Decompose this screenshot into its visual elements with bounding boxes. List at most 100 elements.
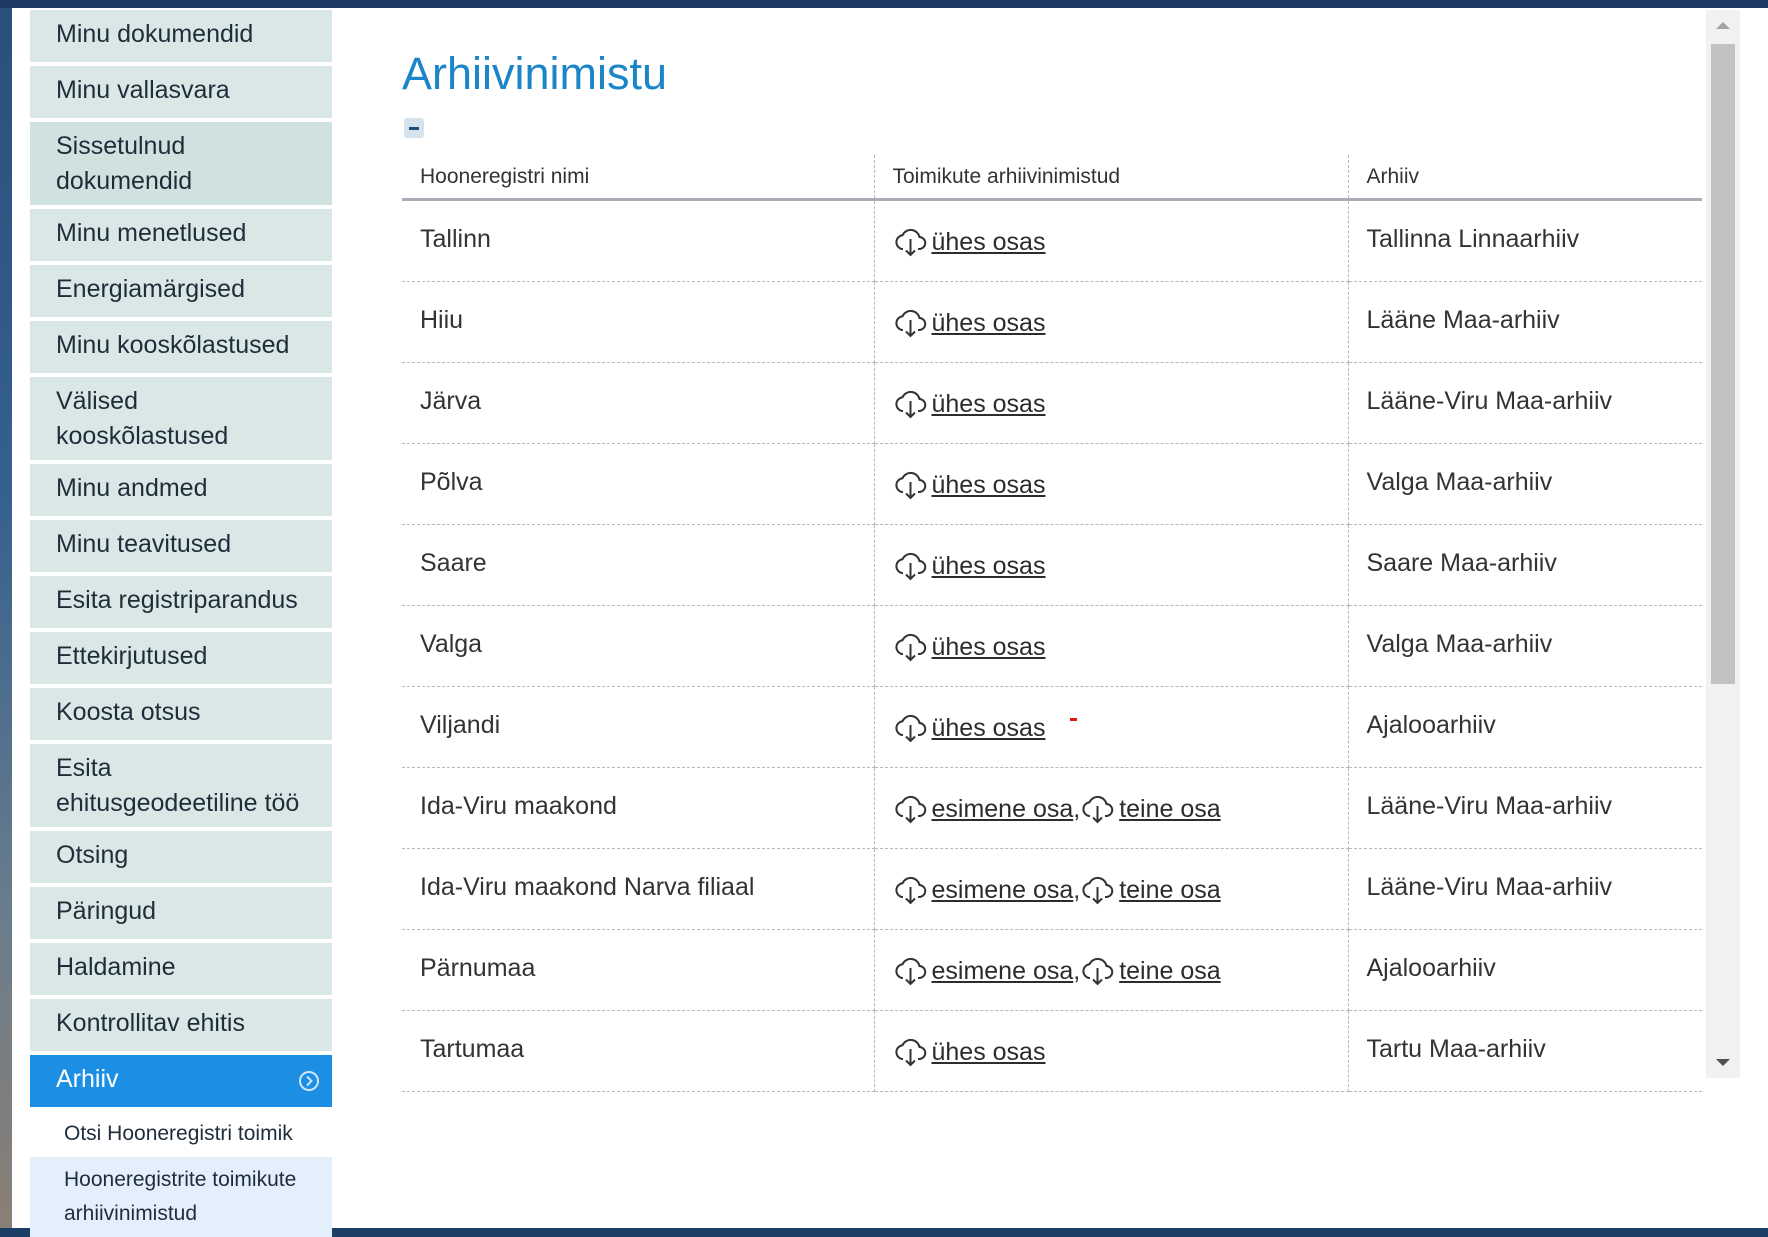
cell-archive-lists: esimene osa, teine osa — [874, 848, 1349, 930]
collapse-toggle-minus-icon[interactable] — [404, 118, 424, 138]
cloud-download-icon[interactable] — [893, 1036, 928, 1068]
cell-archive-lists: ühes osas — [874, 605, 1349, 687]
sidebar-item-minu-vallasvara[interactable]: Minu vallasvara — [30, 66, 332, 118]
cloud-download-icon[interactable] — [893, 388, 928, 420]
sidebar-item-label: Haldamine — [56, 953, 176, 981]
download-link[interactable]: ühes osas — [932, 714, 1046, 742]
cell-registry-name: Ida-Viru maakond — [402, 767, 875, 849]
link-separator: , — [1073, 795, 1081, 823]
cloud-download-icon[interactable] — [893, 307, 928, 339]
sidebar-item-label: Minu vallasvara — [56, 76, 230, 104]
cell-registry-name: Viljandi — [402, 686, 875, 768]
sidebar-item-label: Minu menetlused — [56, 219, 247, 247]
archive-name: Ajalooarhiiv — [1366, 711, 1496, 739]
table-header-row: Hooneregistri nimi Toimikute arhiivinimi… — [402, 155, 1702, 201]
sidebar-item-esita-registriparandus[interactable]: Esita registriparandus — [30, 576, 332, 628]
cell-archive: Lääne-Viru Maa-arhiiv — [1348, 848, 1702, 930]
sidebar-item-päringud[interactable]: Päringud — [30, 887, 332, 939]
sidebar-item-minu-menetlused[interactable]: Minu menetlused — [30, 209, 332, 261]
vertical-scrollbar[interactable] — [1706, 10, 1740, 1078]
chevron-right-circle-icon — [299, 1071, 319, 1091]
download-link[interactable]: ühes osas — [932, 633, 1046, 661]
cloud-download-icon[interactable] — [893, 793, 928, 825]
subnav-search-registry-file[interactable]: Otsi Hooneregistri toimik — [30, 1111, 332, 1157]
archive-name: Saare Maa-arhiiv — [1366, 549, 1557, 577]
download-link[interactable]: teine osa — [1119, 795, 1220, 823]
download-link[interactable]: esimene osa — [932, 795, 1074, 823]
archive-name: Lääne Maa-arhiiv — [1366, 306, 1560, 334]
download-link[interactable]: ühes osas — [932, 309, 1046, 337]
download-link[interactable]: esimene osa — [932, 876, 1074, 904]
download-link[interactable]: ühes osas — [932, 1038, 1046, 1066]
cloud-download-icon[interactable] — [893, 550, 928, 582]
sidebar-item-label: Arhiiv — [56, 1065, 119, 1093]
cloud-download-icon[interactable] — [893, 874, 928, 906]
cloud-download-icon[interactable] — [893, 631, 928, 663]
registry-name: Ida-Viru maakond — [420, 792, 617, 820]
sidebar-item-label: Esita registriparandus — [56, 586, 298, 614]
scroll-up-arrow-icon[interactable] — [1706, 10, 1740, 40]
registry-name: Saare — [420, 549, 487, 577]
archive-name: Ajalooarhiiv — [1366, 954, 1496, 982]
download-link[interactable]: ühes osas — [932, 390, 1046, 418]
sidebar-item-minu-kooskõlastused[interactable]: Minu kooskõlastused — [30, 321, 332, 373]
sidebar-item-energiamärgised[interactable]: Energiamärgised — [30, 265, 332, 317]
cell-registry-name: Hiiu — [402, 281, 875, 363]
archive-table-viewport: Hooneregistri nimi Toimikute arhiivinimi… — [402, 155, 1704, 1117]
sidebar-item-minu-andmed[interactable]: Minu andmed — [30, 464, 332, 516]
registry-name: Järva — [420, 387, 482, 415]
column-header-archive-lists: Toimikute arhiivinimistud — [874, 155, 1349, 201]
cloud-download-icon[interactable] — [893, 955, 928, 987]
sidebar-item-minu-dokumendid[interactable]: Minu dokumendid — [30, 10, 332, 62]
sidebar-item-minu-teavitused[interactable]: Minu teavitused — [30, 520, 332, 572]
sidebar-item-ettekirjutused[interactable]: Ettekirjutused — [30, 632, 332, 684]
cell-archive: Saare Maa-arhiiv — [1348, 524, 1702, 606]
download-link[interactable]: teine osa — [1119, 876, 1220, 904]
cell-archive: Lääne-Viru Maa-arhiiv — [1348, 767, 1702, 849]
table-row: Hiiu ühes osas Lääne Maa-arhiiv — [402, 281, 1702, 363]
cell-archive: Ajalooarhiiv — [1348, 686, 1702, 768]
archive-name: Valga Maa-arhiiv — [1366, 630, 1553, 658]
download-link[interactable]: ühes osas — [932, 471, 1046, 499]
archive-name: Lääne-Viru Maa-arhiiv — [1366, 792, 1613, 820]
cloud-download-icon[interactable] — [893, 226, 928, 258]
download-link[interactable]: esimene osa — [932, 957, 1074, 985]
cell-archive-lists: ühes osas — [874, 443, 1349, 525]
table-row: Viljandi ühes osas Ajalooarhiiv — [402, 686, 1702, 768]
sidebar-item-label: Energiamärgised — [56, 275, 245, 303]
table-row: Tartumaa ühes osas Tartu Maa-arhiiv — [402, 1010, 1702, 1092]
scrollbar-thumb[interactable] — [1711, 44, 1735, 684]
table-row: Saare ühes osas Saare Maa-arhiiv — [402, 524, 1702, 606]
scroll-down-arrow-icon[interactable] — [1706, 1048, 1740, 1078]
cell-archive: Lääne-Viru Maa-arhiiv — [1348, 362, 1702, 444]
download-link[interactable]: teine osa — [1119, 957, 1220, 985]
cloud-download-icon[interactable] — [1080, 874, 1115, 906]
sidebar-item-otsing[interactable]: Otsing — [30, 831, 332, 883]
cell-archive-lists: ühes osas — [874, 524, 1349, 606]
cell-archive-lists: esimene osa, teine osa — [874, 767, 1349, 849]
download-link[interactable]: ühes osas — [932, 552, 1046, 580]
cell-archive: Ajalooarhiiv — [1348, 929, 1702, 1011]
cell-registry-name: Valga — [402, 605, 875, 687]
sidebar-item-kontrollitav-ehitis[interactable]: Kontrollitav ehitis — [30, 999, 332, 1051]
cell-registry-name: Tallinn — [402, 199, 875, 282]
cloud-download-icon[interactable] — [1080, 955, 1115, 987]
archive-name: Lääne-Viru Maa-arhiiv — [1366, 387, 1613, 415]
cell-archive: Lääne Maa-arhiiv — [1348, 281, 1702, 363]
registry-name: Hiiu — [420, 306, 464, 334]
sidebar-item-label: Välised kooskõlastused — [56, 387, 229, 450]
sidebar-item-välised-kooskõlastused[interactable]: Välised kooskõlastused — [30, 377, 332, 460]
archive-name: Valga Maa-arhiiv — [1366, 468, 1553, 496]
cloud-download-icon[interactable] — [893, 469, 928, 501]
table-row: Põlva ühes osas Valga Maa-arhiiv — [402, 443, 1702, 525]
table-row: Ida-Viru maakond esimene osa, teine osa Lää… — [402, 767, 1702, 849]
sidebar-item-arhiiv[interactable]: Arhiiv — [30, 1055, 332, 1107]
download-link[interactable]: ühes osas — [932, 228, 1046, 256]
subnav-archive-lists[interactable]: Hooneregistrite toimikute arhiivinimistu… — [30, 1157, 332, 1237]
sidebar-item-koosta-otsus[interactable]: Koosta otsus — [30, 688, 332, 740]
sidebar-item-haldamine[interactable]: Haldamine — [30, 943, 332, 995]
sidebar-item-sissetulnud-dokumendid[interactable]: Sissetulnud dokumendid — [30, 122, 332, 205]
cloud-download-icon[interactable] — [893, 712, 928, 744]
sidebar-item-esita-ehitusgeodeetiline-töö[interactable]: Esita ehitusgeodeetiline töö — [30, 744, 332, 827]
cloud-download-icon[interactable] — [1080, 793, 1115, 825]
